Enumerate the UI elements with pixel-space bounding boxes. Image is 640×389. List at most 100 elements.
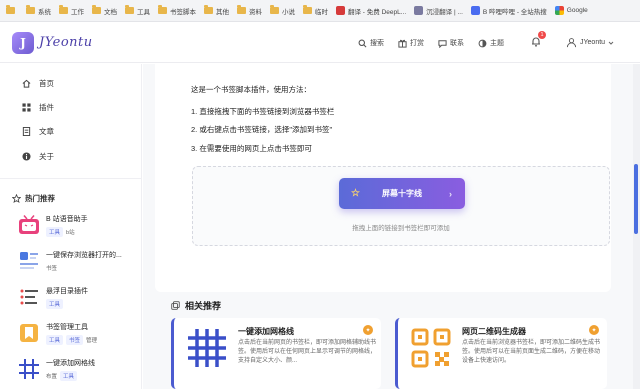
bookmark-folder[interactable]: 工作 [59,5,84,16]
related-card-title: 网页二维码生成器 [462,327,526,336]
user-avatar-icon [566,38,577,48]
folder-icon [237,5,246,14]
tag: 布置 [46,374,58,380]
bookmark-folder[interactable] [6,5,18,14]
usage-step: 1. 直接拖拽下面的书签链接到浏览器书签栏 [191,107,335,116]
recommend-item[interactable]: 一键添加网格线 布置 工具 [18,358,95,381]
usage-step: 3. 在需要使用的网页上点击书签即可 [191,144,312,153]
tag: 工具 [60,371,78,381]
search-icon [358,39,367,47]
drop-hint: 拖拽上面的链接到书签栏即可添加 [352,225,450,232]
bookmarks-bar: 系统 工作 文档 工具 书签脚本 其他 资料 小说 临时 翻译 - 免费 Dee… [0,0,640,22]
toc-list-icon [20,289,38,305]
tag: 工具 [46,335,64,345]
site-favicon-icon [336,6,345,15]
folder-icon [6,5,15,14]
folder-icon [158,5,167,14]
nav-search[interactable]: 搜索 [358,38,384,48]
bilibili-tv-icon [19,215,39,234]
home-icon [22,79,31,88]
bookmark-site[interactable]: 翻译 - 免费 DeepL... [336,6,406,16]
bookmark-site[interactable]: B 哔哩哔哩 - 全站热搜 [470,6,547,16]
theme-icon [478,39,487,47]
folder-icon [92,5,101,14]
article-icon [22,127,31,136]
page-scrollbar[interactable] [633,64,640,389]
folder-icon [303,5,312,14]
qr-code-icon [411,328,451,368]
tag: 书签 [46,266,58,272]
nav-theme[interactable]: 主题 [478,38,504,48]
usage-step: 2. 或右键点击书签链接，选择"添加到书签" [191,125,333,134]
bookmark-list-icon [20,252,38,269]
recommend-item-title: 悬浮目录插件 [46,288,88,295]
bookmark-folder[interactable]: 系统 [26,5,51,16]
pin-icon: ✦ [363,325,373,335]
site-favicon-icon [470,6,480,15]
bookmarklet-drop-area: ☆ 屏幕十字线 › 拖拽上面的链接到书签栏即可添加 [192,166,610,246]
nav-contact[interactable]: 联系 [438,38,464,48]
bookmark-folder[interactable]: 书签脚本 [158,5,196,16]
recommend-item[interactable]: B 站语音助手 工具 b站 [18,214,88,237]
bookmark-manager-icon [20,324,38,342]
folder-icon [59,5,68,14]
bookmark-folder[interactable]: 资料 [237,5,262,16]
related-heading: 相关推荐 [171,299,221,312]
grid-lines-icon [188,329,226,367]
nav-reward[interactable]: 打赏 [398,38,424,48]
folder-icon [26,5,35,14]
recommend-item-title: 一键保存浏览器打开的... [46,252,122,259]
site-logo[interactable]: J JYeontu [12,31,93,54]
sidebar-item-home[interactable]: 首页 [22,78,54,89]
bookmark-site[interactable]: 沉浸翻译 | ... [414,6,463,16]
info-icon [22,152,31,161]
user-menu[interactable]: JYeontu [566,37,614,48]
bookmark-folder[interactable]: 其他 [204,5,229,16]
chevron-down-icon [608,41,614,45]
recommend-item-title: B 站语音助手 [46,216,88,223]
tag: b站 [66,230,75,236]
related-card-desc: 点击后在当前浏览器书签栏，即可添加二维码生成书签。使用后可以在当前页面生成二维码… [462,340,601,364]
scrollbar-thumb[interactable] [634,164,638,234]
bookmark-folder[interactable]: 小说 [270,5,295,16]
contact-icon [438,39,447,48]
grid-icon [22,103,31,112]
sidebar-divider [0,178,142,179]
pin-icon: ✦ [589,325,599,335]
site-header: J JYeontu 搜索 打赏 联系 主题 1 JYeontu [0,23,640,63]
tag: 管理 [86,338,98,344]
sidebar: 首页 插件 文章 关于 热门推荐 B 站语音助手 工具 b站 一键保存浏览器打开的… [0,64,142,389]
logo-mark-icon: J [12,31,34,54]
reward-icon [398,39,407,48]
recommend-item[interactable]: 书签管理工具 工具 书签 管理 [18,322,97,345]
related-card[interactable]: 网页二维码生成器 点击后在当前浏览器书签栏，即可添加二维码生成书签。使用后可以在… [395,318,607,389]
grid-lines-icon [19,359,39,379]
tag: 工具 [46,299,64,309]
logo-text: JYeontu [39,35,93,50]
user-name: JYeontu [580,39,606,46]
folder-icon [125,5,134,14]
recommend-item-title: 一键添加网格线 [46,360,95,367]
related-card[interactable]: 一键添加网格线 点击后在当前网页的书签栏，即可添加网格辅助线书签。使用后可以在任… [171,318,381,389]
recommend-item[interactable]: 一键保存浏览器打开的... 书签 [18,250,122,273]
bookmark-folder[interactable]: 临时 [303,5,328,16]
sidebar-item-articles[interactable]: 文章 [22,126,54,137]
notification-badge: 1 [538,31,546,39]
bookmarklet-link[interactable]: ☆ 屏幕十字线 › [339,178,465,209]
folder-icon [204,5,213,14]
google-icon [554,6,564,15]
recommend-item[interactable]: 悬浮目录插件 工具 [18,286,88,309]
tag: 工具 [46,227,64,237]
plugin-detail-card: 这是一个书签脚本插件，使用方法： 1. 直接拖拽下面的书签链接到浏览器书签栏 2… [155,64,611,292]
site-favicon-icon [414,6,424,15]
sidebar-item-plugins[interactable]: 插件 [22,102,54,113]
bookmark-folder[interactable]: 文档 [92,5,117,16]
top-nav: 搜索 打赏 联系 主题 [358,23,504,63]
related-card-desc: 点击后在当前网页的书签栏，即可添加网格辅助线书签。使用后可以在任何网页上显示可调… [238,340,377,364]
main-content: 这是一个书签脚本插件，使用方法： 1. 直接拖拽下面的书签链接到浏览器书签栏 2… [143,64,633,389]
bookmark-site[interactable]: Google [554,6,588,15]
bookmark-folder[interactable]: 工具 [125,5,150,16]
chevron-right-icon: › [449,188,452,199]
folder-icon [270,5,279,14]
sidebar-item-about[interactable]: 关于 [22,151,54,162]
